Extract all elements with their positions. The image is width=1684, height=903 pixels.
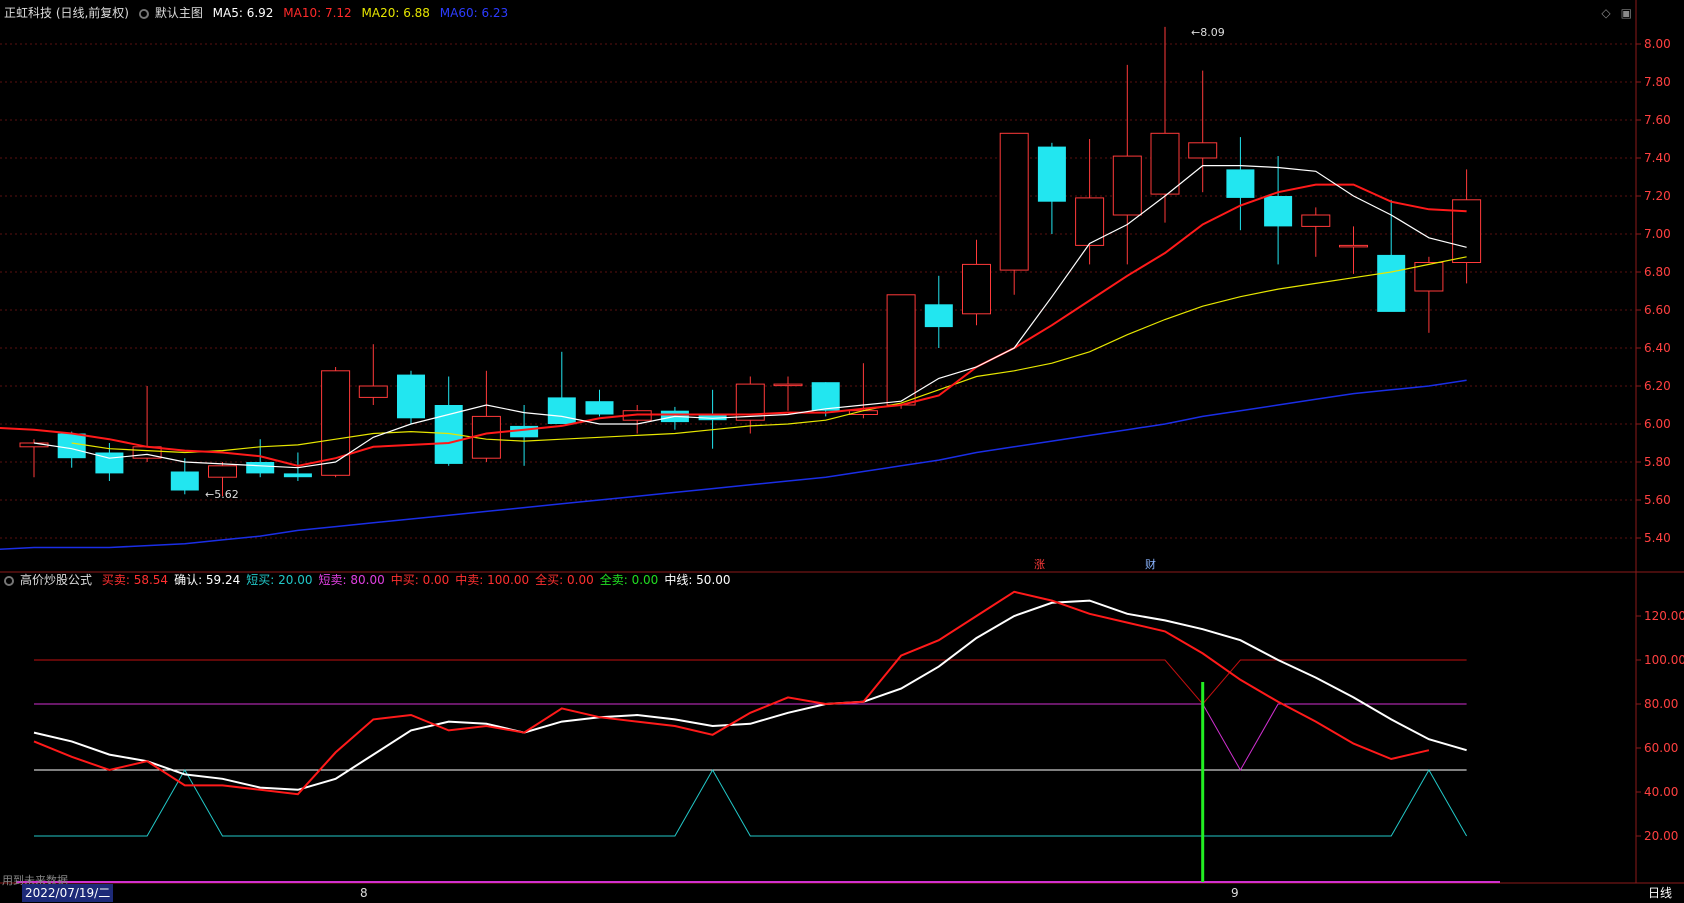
signal-bar xyxy=(1201,682,1205,882)
price-tick-label: 6.20 xyxy=(1644,379,1671,393)
candle-body xyxy=(773,383,803,387)
indicator-tick-label: 100.00 xyxy=(1644,653,1684,667)
month-8-label: 8 xyxy=(360,886,368,900)
indicator-value: 中买: 0.00 xyxy=(390,573,450,587)
indicator-line-买卖 xyxy=(33,590,1430,796)
indicator-value: 短卖: 80.00 xyxy=(318,573,385,587)
price-tick-label: 8.00 xyxy=(1644,37,1671,51)
candle-body xyxy=(1339,244,1368,248)
candle-body xyxy=(246,462,275,474)
price-tick-label: 6.40 xyxy=(1644,341,1671,355)
candle-body xyxy=(1112,155,1142,216)
candle-body xyxy=(1226,169,1255,198)
candle-body xyxy=(924,304,953,328)
template-name[interactable]: 默认主图 xyxy=(155,6,203,20)
indicator-tick-label: 60.00 xyxy=(1644,741,1678,755)
high-price-label: ←8.09 xyxy=(1191,26,1225,39)
candle-body xyxy=(999,132,1029,271)
indicator-value: 中线: 50.00 xyxy=(664,573,731,587)
candle-body xyxy=(358,385,388,398)
candle-body xyxy=(1377,254,1406,312)
ma60-line xyxy=(0,379,1467,550)
diamond-icon[interactable]: ◇ xyxy=(1601,6,1610,20)
candle-body xyxy=(547,397,576,424)
low-price-label: ←5.62 xyxy=(205,488,239,501)
time-axis: 2022/07/19/二 8 9 日线 xyxy=(0,883,1684,903)
indicator-tick-label: 40.00 xyxy=(1644,785,1678,799)
price-tick-label: 6.60 xyxy=(1644,303,1671,317)
candle-body xyxy=(811,382,840,411)
price-tick-label: 5.60 xyxy=(1644,493,1671,507)
settings-dot-icon[interactable]: ● xyxy=(138,8,149,19)
cai-marker[interactable]: 财 xyxy=(1145,556,1156,572)
candle-body xyxy=(1301,214,1331,227)
candle-body xyxy=(57,433,86,459)
indicator-value: 中卖: 100.00 xyxy=(455,573,530,587)
indicator-name[interactable]: 高价炒股公式 xyxy=(20,573,92,587)
ma20-value: MA20: 6.88 xyxy=(361,6,430,20)
candle-body xyxy=(170,471,199,491)
price-tick-label: 5.80 xyxy=(1644,455,1671,469)
main-chart-header: 正虹科技 (日线,前复权) ● 默认主图 MA5: 6.92 MA10: 7.12… xyxy=(4,3,514,23)
candle-body xyxy=(886,294,916,406)
indicator-line-中卖 xyxy=(34,659,1467,705)
indicator-value: 短买: 20.00 xyxy=(246,573,313,587)
candle-body xyxy=(283,473,312,478)
price-tick-label: 7.60 xyxy=(1644,113,1671,127)
price-tick-label: 7.20 xyxy=(1644,189,1671,203)
price-tick-label: 5.40 xyxy=(1644,531,1671,545)
period-label[interactable]: 日线 xyxy=(1648,883,1672,903)
ma10-value: MA10: 7.12 xyxy=(283,6,352,20)
indicator-line-短买 xyxy=(34,768,1468,837)
indicator-value: 买卖: 58.54 xyxy=(101,573,169,587)
price-tick-label: 7.40 xyxy=(1644,151,1671,165)
indicator-value: 确认: 59.24 xyxy=(174,573,241,587)
panel-toggle-icon[interactable]: ▣ xyxy=(1621,6,1632,20)
month-9-label: 9 xyxy=(1231,886,1239,900)
indicator-tick-label: 80.00 xyxy=(1644,697,1678,711)
indicator-tick-label: 120.00 xyxy=(1644,609,1684,623)
price-tick-label: 6.80 xyxy=(1644,265,1671,279)
indicator-line-确认 xyxy=(33,599,1467,791)
candle-body xyxy=(1037,146,1066,202)
candle-body xyxy=(962,263,991,315)
price-tick-label: 7.00 xyxy=(1644,227,1671,241)
indicator-dot-icon[interactable]: ● xyxy=(4,575,14,586)
cursor-date: 2022/07/19/二 xyxy=(22,884,114,902)
candle-body xyxy=(1264,196,1293,227)
ma60-value: MA60: 6.23 xyxy=(439,6,509,20)
ma5-value: MA5: 6.92 xyxy=(212,6,274,20)
zhang-marker[interactable]: 涨 xyxy=(1034,556,1045,572)
candle-body xyxy=(1452,199,1482,264)
candle-body xyxy=(1188,142,1218,159)
candle-body xyxy=(208,465,237,478)
stock-title[interactable]: 正虹科技 (日线,前复权) xyxy=(4,6,129,20)
ma20-line xyxy=(71,256,1467,454)
indicator-value: 全买: 0.00 xyxy=(535,573,594,587)
candle-body xyxy=(1150,132,1180,195)
candle-body xyxy=(397,374,425,419)
price-tick-label: 7.80 xyxy=(1644,75,1671,89)
price-tick-label: 6.00 xyxy=(1644,417,1671,431)
toolbar-icons: ◇ ▣ xyxy=(1591,6,1632,20)
stock-chart[interactable]: 8.00 7.80 7.60 7.40 7.20 7.00 6.80 6.60 6.40 6.20… xyxy=(0,0,1684,903)
indicator-value: 全卖: 0.00 xyxy=(599,573,659,587)
candle-body xyxy=(585,401,614,415)
indicator-tick-label: 20.00 xyxy=(1644,829,1678,843)
indicator-header: ● 高价炒股公式 买卖: 58.54 确认: 59.24 短买: 20.00 短卖: 8… xyxy=(4,570,743,590)
